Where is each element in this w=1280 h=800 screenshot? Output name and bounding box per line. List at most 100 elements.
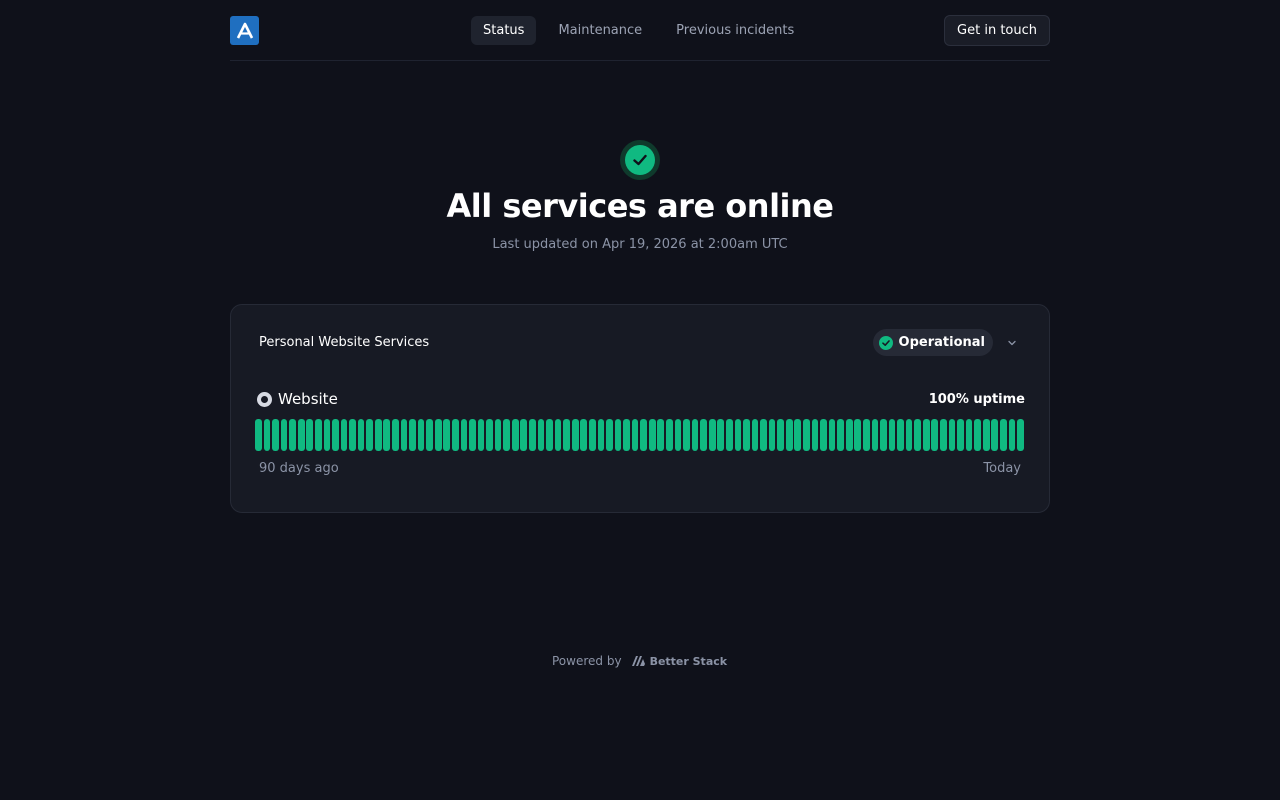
uptime-day-bar[interactable] xyxy=(683,419,690,451)
uptime-day-bar[interactable] xyxy=(708,419,716,451)
uptime-day-bar[interactable] xyxy=(862,419,870,451)
uptime-day-bar[interactable] xyxy=(657,419,665,451)
uptime-day-bar[interactable] xyxy=(768,419,776,451)
tab-maintenance[interactable]: Maintenance xyxy=(546,16,654,45)
service-uptime: 100% uptime xyxy=(928,392,1025,407)
uptime-day-bar[interactable] xyxy=(451,419,459,451)
uptime-day-bar[interactable] xyxy=(734,419,742,451)
uptime-day-bar[interactable] xyxy=(272,419,279,451)
uptime-day-bar[interactable] xyxy=(255,419,262,451)
uptime-day-bar[interactable] xyxy=(982,419,990,451)
uptime-day-bar[interactable] xyxy=(297,419,305,451)
get-in-touch-button[interactable]: Get in touch xyxy=(944,15,1050,46)
uptime-day-bar[interactable] xyxy=(606,419,613,451)
letter-a-logo-icon[interactable] xyxy=(230,16,259,45)
uptime-day-bar[interactable] xyxy=(417,419,425,451)
uptime-day-bar[interactable] xyxy=(725,419,733,451)
uptime-day-bar[interactable] xyxy=(914,419,921,451)
chevron-down-icon[interactable] xyxy=(1005,336,1019,350)
uptime-day-bar[interactable] xyxy=(392,419,399,451)
uptime-day-bar[interactable] xyxy=(751,419,759,451)
uptime-day-bar[interactable] xyxy=(400,419,408,451)
uptime-day-bar[interactable] xyxy=(623,419,630,451)
uptime-day-bar[interactable] xyxy=(486,419,493,451)
uptime-day-bar[interactable] xyxy=(691,419,699,451)
betterstack-logo[interactable]: Better Stack xyxy=(631,654,728,668)
uptime-day-bar[interactable] xyxy=(571,419,579,451)
uptime-day-bar[interactable] xyxy=(760,419,767,451)
uptime-day-bar[interactable] xyxy=(332,419,339,451)
uptime-day-bar[interactable] xyxy=(820,419,827,451)
uptime-day-bar[interactable] xyxy=(1017,419,1024,451)
uptime-day-bar[interactable] xyxy=(794,419,802,451)
uptime-day-bar[interactable] xyxy=(803,419,810,451)
uptime-day-bar[interactable] xyxy=(588,419,596,451)
uptime-day-bar[interactable] xyxy=(666,419,673,451)
last-updated-text: Last updated on Apr 19, 2026 at 2:00am U… xyxy=(492,237,788,252)
uptime-day-bar[interactable] xyxy=(460,419,468,451)
uptime-day-bar[interactable] xyxy=(409,419,416,451)
uptime-day-bar[interactable] xyxy=(357,419,365,451)
uptime-day-bar[interactable] xyxy=(811,419,819,451)
uptime-day-bar[interactable] xyxy=(563,419,570,451)
uptime-day-bar[interactable] xyxy=(640,419,647,451)
uptime-day-bar[interactable] xyxy=(340,419,348,451)
tab-previous-incidents[interactable]: Previous incidents xyxy=(664,16,806,45)
uptime-day-bar[interactable] xyxy=(503,419,510,451)
uptime-day-bar[interactable] xyxy=(1008,419,1016,451)
uptime-day-bar[interactable] xyxy=(554,419,562,451)
uptime-day-bar[interactable] xyxy=(648,419,656,451)
uptime-day-bar[interactable] xyxy=(426,419,433,451)
uptime-day-bar[interactable] xyxy=(743,419,750,451)
uptime-day-bar[interactable] xyxy=(965,419,973,451)
uptime-day-bar[interactable] xyxy=(383,419,391,451)
uptime-day-bar[interactable] xyxy=(957,419,964,451)
uptime-day-bar[interactable] xyxy=(845,419,853,451)
uptime-day-bar[interactable] xyxy=(366,419,373,451)
uptime-day-bar[interactable] xyxy=(443,419,451,451)
uptime-day-bar[interactable] xyxy=(922,419,930,451)
uptime-day-bar[interactable] xyxy=(314,419,322,451)
uptime-day-bar[interactable] xyxy=(477,419,485,451)
uptime-day-bar[interactable] xyxy=(897,419,904,451)
uptime-day-bar[interactable] xyxy=(546,419,553,451)
uptime-day-bar[interactable] xyxy=(323,419,331,451)
uptime-day-bar[interactable] xyxy=(991,419,999,451)
uptime-day-bar[interactable] xyxy=(537,419,545,451)
uptime-day-bar[interactable] xyxy=(717,419,725,451)
uptime-day-bar[interactable] xyxy=(306,419,314,451)
uptime-day-bar[interactable] xyxy=(888,419,896,451)
uptime-day-bar[interactable] xyxy=(529,419,536,451)
uptime-day-bar[interactable] xyxy=(854,419,862,451)
uptime-day-bar[interactable] xyxy=(289,419,296,451)
uptime-day-bar[interactable] xyxy=(931,419,939,451)
tab-status[interactable]: Status xyxy=(471,16,537,45)
uptime-day-bar[interactable] xyxy=(674,419,682,451)
uptime-day-bar[interactable] xyxy=(597,419,605,451)
uptime-day-bar[interactable] xyxy=(374,419,382,451)
uptime-day-bar[interactable] xyxy=(974,419,981,451)
uptime-day-bar[interactable] xyxy=(494,419,502,451)
uptime-day-bar[interactable] xyxy=(349,419,356,451)
uptime-day-bar[interactable] xyxy=(511,419,519,451)
uptime-day-bar[interactable] xyxy=(905,419,913,451)
uptime-day-bar[interactable] xyxy=(948,419,956,451)
uptime-day-bar[interactable] xyxy=(469,419,476,451)
uptime-day-bar[interactable] xyxy=(999,419,1007,451)
uptime-day-bar[interactable] xyxy=(940,419,947,451)
uptime-day-bar[interactable] xyxy=(871,419,879,451)
uptime-day-bar[interactable] xyxy=(280,419,288,451)
uptime-day-bar[interactable] xyxy=(777,419,784,451)
uptime-day-bar[interactable] xyxy=(580,419,588,451)
uptime-day-bar[interactable] xyxy=(434,419,442,451)
uptime-day-bar[interactable] xyxy=(700,419,707,451)
uptime-day-bar[interactable] xyxy=(614,419,622,451)
uptime-day-bar[interactable] xyxy=(520,419,528,451)
betterstack-brand-text: Better Stack xyxy=(649,654,728,668)
uptime-day-bar[interactable] xyxy=(631,419,639,451)
uptime-day-bar[interactable] xyxy=(263,419,271,451)
uptime-day-bar[interactable] xyxy=(785,419,793,451)
uptime-day-bar[interactable] xyxy=(828,419,836,451)
uptime-day-bar[interactable] xyxy=(837,419,844,451)
uptime-day-bar[interactable] xyxy=(880,419,887,451)
